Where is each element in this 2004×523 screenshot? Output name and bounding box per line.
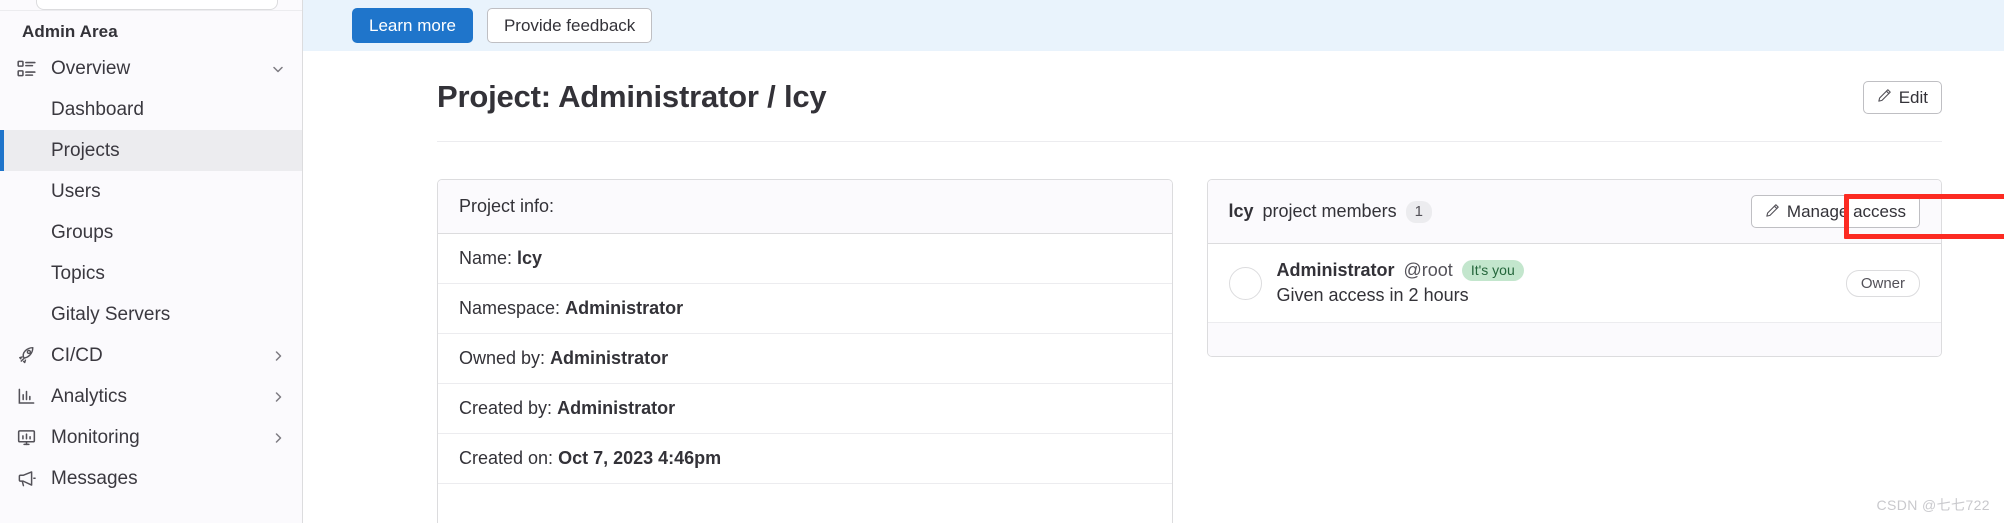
members-card-footer [1207,323,1941,356]
project-info-header-label: Project info: [459,196,555,216]
member-identity: Administrator @root It's you [1277,260,1831,281]
app-root: Admin Area Overview Dashboard Projects U… [0,0,2004,523]
project-info-header: Project info: [438,180,1172,234]
project-members-column: lcy project members 1 Manage access Admi… [1206,179,1942,357]
project-info-column: Project info: Name: lcy Namespace: Admin… [437,179,1173,523]
project-info-card: Project info: Name: lcy Namespace: Admin… [437,179,1173,523]
project-info-row-owned-by: Owned by: Administrator [438,334,1172,384]
page-header: Project: Administrator / lcy Edit [437,51,1942,142]
provide-feedback-button[interactable]: Provide feedback [486,8,653,43]
sidebar-subitem-label: Dashboard [51,98,144,120]
member-access-text: Given access in 2 hours [1276,285,1469,305]
overview-list-icon [13,58,39,80]
row-label: Name: [459,248,513,268]
sidebar-subitem-label: Groups [51,221,114,243]
sidebar-item-cicd[interactable]: CI/CD [0,335,302,376]
sidebar-item-groups[interactable]: Groups [0,212,302,253]
megaphone-icon [13,468,39,490]
chevron-down-icon[interactable] [270,61,286,77]
project-info-row-namespace: Namespace: Administrator [438,284,1172,334]
chevron-right-icon[interactable] [270,389,286,405]
member-handle: @root [1403,260,1453,280]
project-info-row-created-by: Created by: Administrator [438,384,1172,434]
member-name[interactable]: Administrator [1277,260,1395,281]
project-members-card: lcy project members 1 Manage access Admi… [1206,179,1942,357]
sidebar-divider [0,10,302,11]
pencil-icon [1765,203,1780,221]
manage-access-button[interactable]: Manage access [1750,195,1920,228]
sidebar-item-messages[interactable]: Messages [0,458,302,499]
row-value: Administrator [550,348,669,368]
sidebar-item-topics[interactable]: Topics [0,253,302,294]
sidebar-item-label: Analytics [51,385,128,407]
pencil-icon [1877,88,1892,106]
main-content: Learn more Provide feedback Project: Adm… [303,0,2004,523]
sidebar-item-users[interactable]: Users [0,171,302,212]
sidebar-item-label: Overview [51,57,131,79]
row-value: Oct 7, 2023 4:46pm [558,448,722,468]
sidebar-subitem-label: Gitaly Servers [51,303,171,325]
row-value: Administrator [557,398,676,418]
sidebar-item-label: Monitoring [51,426,140,448]
members-count-badge: 1 [1405,200,1432,223]
bar-chart-icon [13,386,39,408]
project-info-row-created-on: Created on: Oct 7, 2023 4:46pm [438,434,1172,484]
promo-banner: Learn more Provide feedback [303,0,2004,51]
rocket-icon [13,345,39,367]
row-value: lcy [517,248,543,268]
sidebar-nav-list: Overview Dashboard Projects Users Groups [0,48,302,499]
avatar [1228,266,1262,300]
sidebar-search-box[interactable] [36,0,278,10]
sidebar-subitem-label: Topics [51,262,105,284]
project-info-row-name: Name: lcy [438,234,1172,284]
sidebar-item-label: CI/CD [51,344,103,366]
edit-button-label: Edit [1898,87,1928,107]
learn-more-button[interactable]: Learn more [352,8,473,43]
row-label: Namespace: [459,298,561,318]
page-title: Project: Administrator / lcy [437,79,827,114]
sidebar-item-label: Messages [51,467,138,489]
chevron-right-icon[interactable] [270,430,286,446]
sidebar-item-dashboard[interactable]: Dashboard [0,89,302,130]
watermark: CSDN @七七722 [1876,497,1990,513]
project-members-header: lcy project members 1 Manage access [1207,180,1941,244]
row-value: Administrator [565,298,684,318]
member-role-badge: Owner [1845,269,1920,297]
row-label: Created by: [459,398,553,418]
sidebar-item-gitaly-servers[interactable]: Gitaly Servers [0,294,302,335]
page-content: Project: Administrator / lcy Edit Projec… [303,51,2004,523]
members-title-text: project members [1262,201,1397,221]
members-title-project: lcy [1228,201,1254,221]
sidebar-subitem-label: Users [51,180,101,202]
sidebar-item-overview[interactable]: Overview [0,48,302,89]
chevron-right-icon[interactable] [270,348,286,364]
member-details: Administrator @root It's you Given acces… [1277,260,1831,306]
sidebar-item-projects[interactable]: Projects [0,130,302,171]
cards-row: Project info: Name: lcy Namespace: Admin… [437,142,1942,523]
member-list-item: Administrator @root It's you Given acces… [1207,244,1941,323]
admin-sidebar: Admin Area Overview Dashboard Projects U… [0,0,303,523]
sidebar-item-analytics[interactable]: Analytics [0,376,302,417]
members-title: lcy project members 1 [1228,200,1432,223]
sidebar-item-monitoring[interactable]: Monitoring [0,417,302,458]
monitor-icon [13,427,39,449]
manage-access-label: Manage access [1786,202,1906,221]
sidebar-subitem-label: Projects [51,139,120,161]
project-info-row-truncated [438,484,1172,523]
edit-button[interactable]: Edit [1862,80,1942,114]
row-label: Created on: [459,448,554,468]
row-label: Owned by: [459,348,546,368]
its-you-badge: It's you [1461,260,1524,281]
